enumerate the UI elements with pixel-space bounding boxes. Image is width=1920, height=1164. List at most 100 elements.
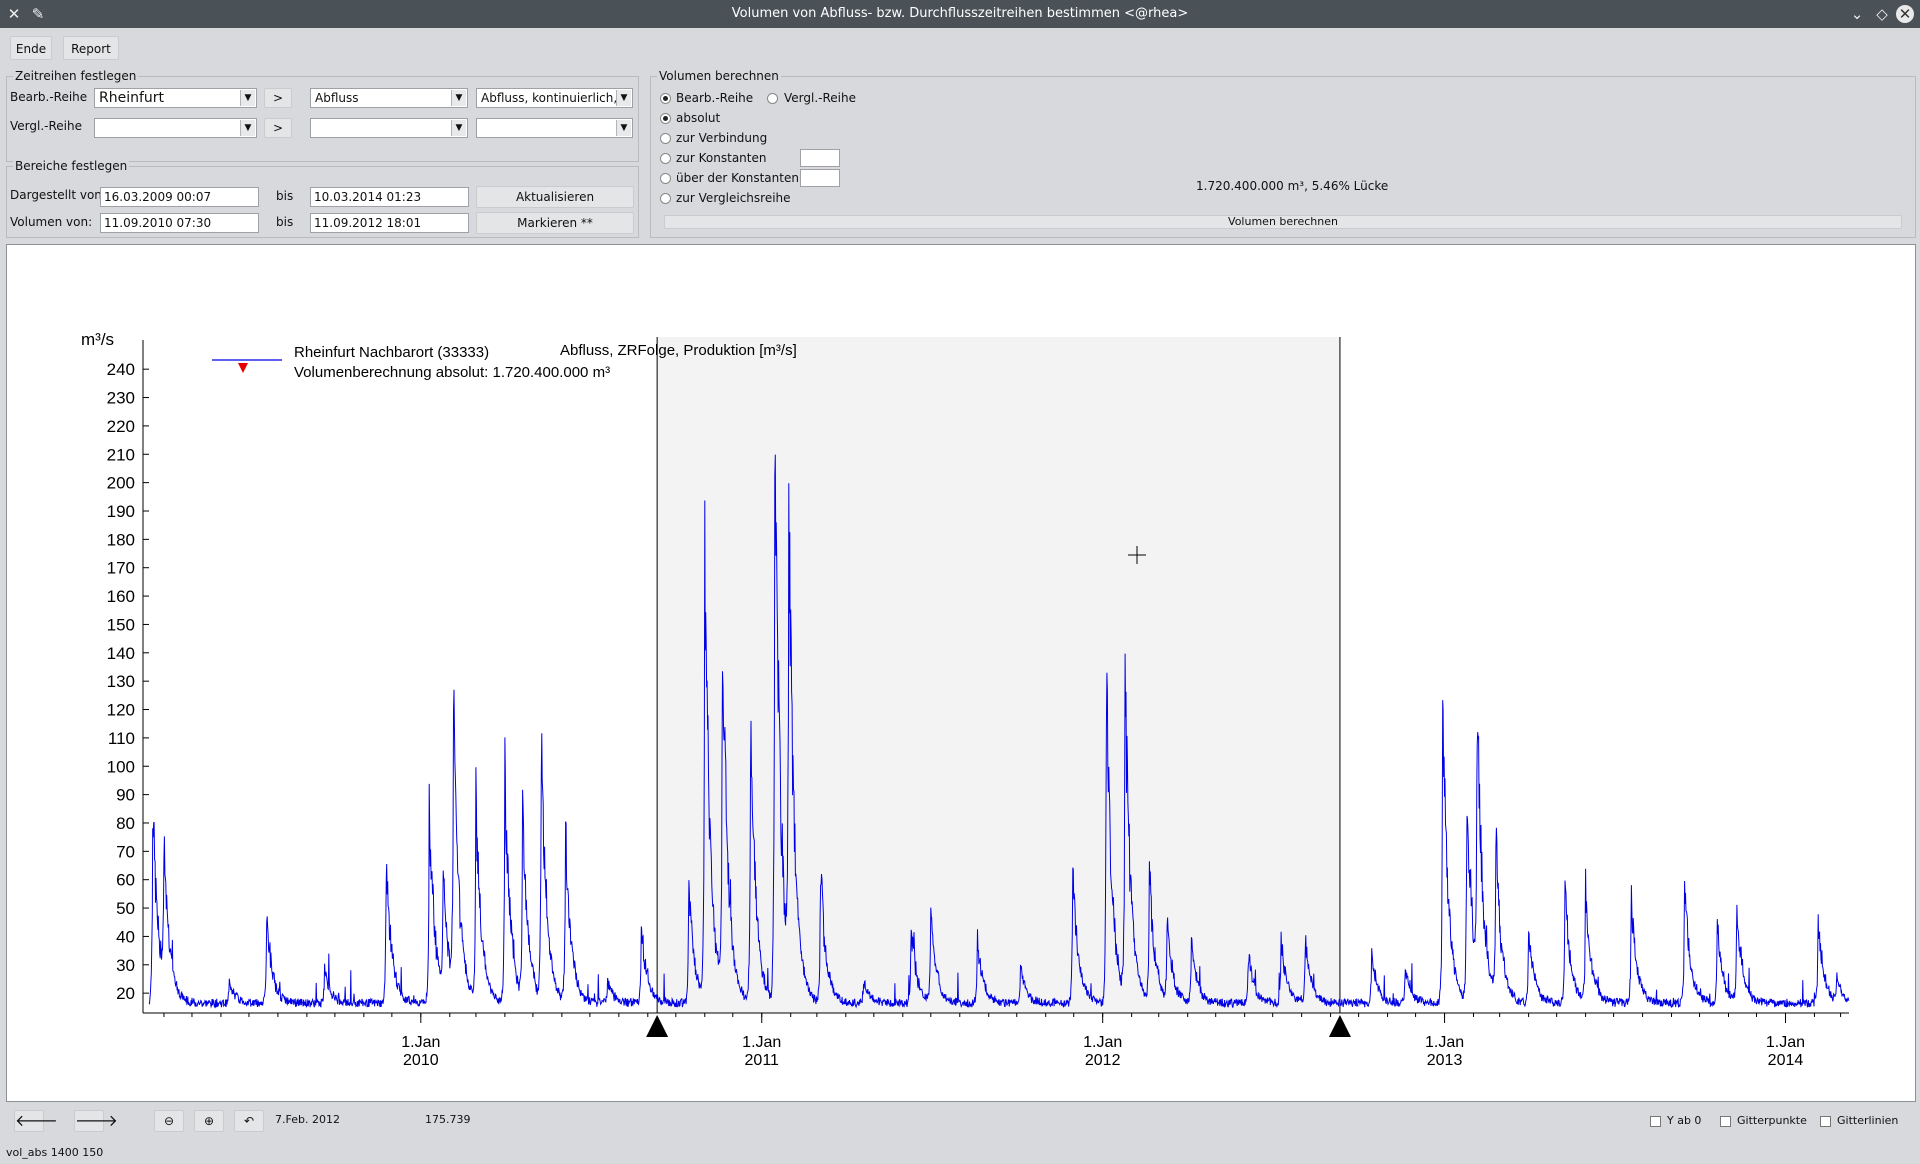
- vergl-label: Vergl.-Reihe: [10, 119, 82, 133]
- y-tick-label: 90: [116, 786, 135, 805]
- radio-konstanten-label: zur Konstanten: [676, 151, 767, 165]
- konstanten-input[interactable]: [800, 149, 840, 167]
- y-axis: 20 30 40 50 60 70 80 90 100 110 120 130 140 150 160 170…: [107, 340, 149, 1013]
- volume-bis-label: bis: [276, 215, 294, 229]
- report-button[interactable]: Report: [63, 36, 119, 60]
- volume-to-field[interactable]: 11.09.2012 18:01: [310, 213, 469, 233]
- x-tick-label-year: 2013: [1427, 1052, 1463, 1069]
- minimize-icon[interactable]: ⌄: [1847, 4, 1867, 24]
- y-tick-label: 110: [108, 729, 135, 748]
- radio-verbindung[interactable]: [660, 133, 671, 144]
- chart-title: Abfluss, ZRFolge, Produktion [m³/s]: [560, 342, 797, 359]
- radio-absolut[interactable]: [660, 113, 671, 124]
- selection-area: [657, 337, 1340, 1013]
- bearb-station-select[interactable]: Rheinfurt ▼: [94, 88, 257, 108]
- legend-series-name: Rheinfurt Nachbarort (33333): [294, 344, 489, 361]
- shown-bis-label: bis: [276, 189, 294, 203]
- radio-vergl[interactable]: [767, 93, 778, 104]
- calculate-volume-button[interactable]: Volumen berechnen: [664, 215, 1902, 229]
- radio-ueber[interactable]: [660, 173, 671, 184]
- y-tick-label: 120: [107, 701, 135, 720]
- x-tick-label-year: 2012: [1085, 1052, 1121, 1069]
- status-footer: vol_abs 1400 150: [6, 1146, 104, 1159]
- vergl-variant-select[interactable]: ▼: [476, 118, 633, 138]
- y-tick-label: 160: [107, 587, 135, 606]
- shown-to-field[interactable]: 10.03.2014 01:23: [310, 187, 469, 207]
- y-tick-label: 200: [107, 474, 135, 493]
- chevron-down-icon: ▼: [240, 90, 255, 106]
- close-icon[interactable]: ✕: [1896, 5, 1914, 23]
- grid-lines-label: Gitterlinien: [1837, 1114, 1899, 1127]
- y-tick-label: 30: [116, 956, 135, 975]
- selection-start-marker: [646, 1015, 669, 1037]
- volume-from-field[interactable]: 11.09.2010 07:30: [100, 213, 259, 233]
- chart-panel[interactable]: 20 30 40 50 60 70 80 90 100 110 120 130 140 150 160 170…: [6, 244, 1916, 1102]
- vergl-station-select[interactable]: ▼: [94, 118, 257, 138]
- y-tick-label: 80: [116, 814, 135, 833]
- bearb-type-value: Abfluss: [315, 91, 359, 105]
- radio-vergleich[interactable]: [660, 193, 671, 204]
- radio-vergleich-label: zur Vergleichsreihe: [676, 191, 791, 205]
- y-tick-label: 240: [107, 360, 135, 379]
- y-from-zero-label: Y ab 0: [1667, 1114, 1702, 1127]
- chevron-down-icon: ▼: [451, 90, 466, 106]
- end-button[interactable]: Ende: [10, 36, 52, 60]
- ueber-input[interactable]: [800, 169, 840, 187]
- arrow-right-icon[interactable]: 🡒: [74, 1110, 118, 1132]
- x-tick-label-day: 1.Jan: [1766, 1034, 1805, 1051]
- chevron-down-icon: ▼: [240, 120, 255, 136]
- grid-points-checkbox[interactable]: [1720, 1116, 1731, 1127]
- grid-points-label: Gitterpunkte: [1737, 1114, 1807, 1127]
- discharge-chart[interactable]: 20 30 40 50 60 70 80 90 100 110 120 130 140 150 160 170…: [7, 245, 1915, 1101]
- y-from-zero-checkbox[interactable]: [1650, 1116, 1661, 1127]
- bearb-type-select[interactable]: Abfluss ▼: [310, 88, 468, 108]
- y-tick-label: 20: [116, 984, 135, 1003]
- radio-verbindung-label: zur Verbindung: [676, 131, 768, 145]
- bearb-label: Bearb.-Reihe: [10, 90, 88, 104]
- grid-lines-checkbox[interactable]: [1820, 1116, 1831, 1127]
- y-tick-label: 50: [116, 899, 135, 918]
- legend-note: Volumenberechnung absolut: 1.720.400.000…: [294, 364, 610, 381]
- refresh-button[interactable]: Aktualisieren: [476, 186, 634, 208]
- series-group-title: Zeitreihen festlegen: [13, 69, 139, 83]
- y-tick-label: 70: [116, 842, 135, 861]
- chevron-down-icon: ▼: [451, 120, 466, 136]
- volume-label: Volumen von:: [10, 215, 93, 229]
- y-tick-label: 180: [107, 530, 135, 549]
- radio-vergl-label: Vergl.-Reihe: [784, 91, 856, 105]
- x-tick-label-day: 1.Jan: [742, 1034, 781, 1051]
- y-tick-label: 40: [116, 927, 135, 946]
- radio-bearb[interactable]: [660, 93, 671, 104]
- mark-button[interactable]: Markieren **: [476, 212, 634, 234]
- y-tick-label: 140: [107, 644, 135, 663]
- selection-end-marker: [1328, 1015, 1351, 1037]
- title-bar: ✕ ✎ Volumen von Abfluss- bzw. Durchfluss…: [0, 0, 1920, 28]
- bearb-variant-value: Abfluss, kontinuierlich, Z: [481, 91, 630, 105]
- arrow-left-icon[interactable]: 🡐: [14, 1110, 58, 1132]
- maximize-icon[interactable]: ◇: [1872, 4, 1892, 24]
- bearb-station-value: Rheinfurt: [99, 90, 165, 106]
- vergl-type-select[interactable]: ▼: [310, 118, 468, 138]
- x-tick-label-day: 1.Jan: [1083, 1034, 1122, 1051]
- x-tick-label-day: 1.Jan: [401, 1034, 440, 1051]
- chevron-down-icon: ▼: [616, 90, 631, 106]
- chevron-down-icon: ▼: [616, 120, 631, 136]
- shown-label: Dargestellt von:: [10, 188, 106, 202]
- bearb-arrow-button[interactable]: >: [264, 88, 292, 108]
- zoom-in-icon[interactable]: ⊕: [194, 1110, 224, 1132]
- shown-from-field[interactable]: 16.03.2009 00:07: [100, 187, 259, 207]
- bearb-variant-select[interactable]: Abfluss, kontinuierlich, Z ▼: [476, 88, 633, 108]
- radio-ueber-label: über der Konstanten: [676, 171, 799, 185]
- vergl-arrow-button[interactable]: >: [264, 118, 292, 138]
- undo-icon[interactable]: ↶: [234, 1110, 264, 1132]
- x-tick-label-year: 2014: [1768, 1052, 1804, 1069]
- range-group-title: Bereiche festlegen: [13, 159, 130, 173]
- zoom-out-icon[interactable]: ⊖: [154, 1110, 184, 1132]
- x-tick-label-year: 2011: [745, 1052, 780, 1069]
- y-tick-label: 100: [107, 757, 135, 776]
- y-tick-label: 230: [107, 389, 135, 408]
- cursor-value: 175.739: [425, 1113, 471, 1126]
- y-tick-label: 210: [107, 445, 135, 464]
- radio-konstanten[interactable]: [660, 153, 671, 164]
- window-title: Volumen von Abfluss- bzw. Durchflusszeit…: [731, 6, 1189, 21]
